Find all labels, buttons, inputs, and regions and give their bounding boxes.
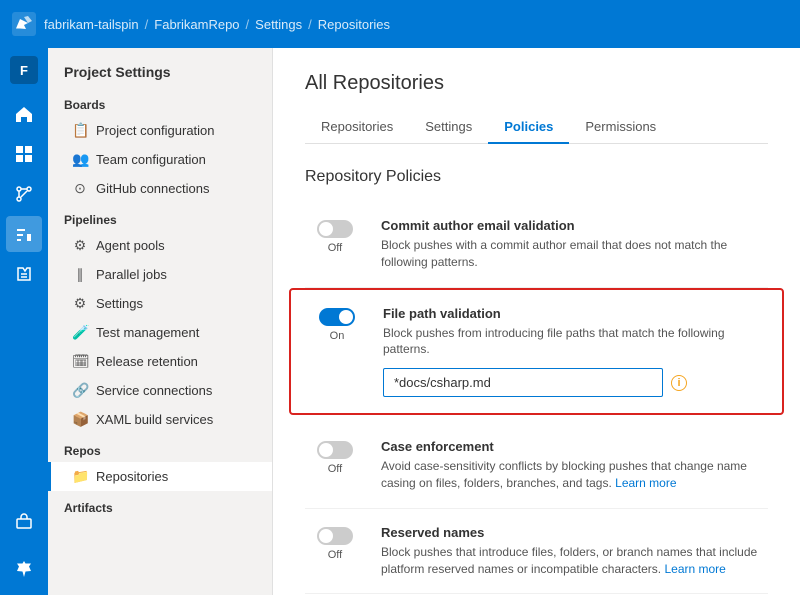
sidebar-item-xaml[interactable]: 📦 XAML build services — [48, 405, 272, 434]
tab-policies[interactable]: Policies — [488, 111, 569, 144]
sidebar-item-agent-pools[interactable]: ⚙ Agent pools — [48, 231, 272, 260]
sidebar-section-boards: Boards — [48, 88, 272, 116]
policy-desc-commit-author: Block pushes with a commit author email … — [381, 237, 768, 271]
repositories-icon: 📁 — [72, 468, 88, 485]
policy-title-reserved-names: Reserved names — [381, 525, 768, 540]
sidebar-item-repositories[interactable]: 📁 Repositories — [48, 462, 272, 491]
policy-row-reserved-names: Off Reserved names Block pushes that int… — [305, 509, 768, 595]
file-path-input[interactable] — [383, 368, 663, 397]
nav-testplans[interactable] — [6, 256, 42, 292]
nav-boards[interactable] — [6, 136, 42, 172]
icon-rail: F — [0, 48, 48, 595]
tab-settings[interactable]: Settings — [409, 111, 488, 144]
info-icon[interactable]: i — [671, 375, 687, 391]
test-mgmt-icon: 🧪 — [72, 324, 88, 341]
sidebar-title: Project Settings — [48, 48, 272, 88]
sidebar-section-repos: Repos — [48, 434, 272, 462]
section-title: Repository Policies — [305, 168, 768, 186]
toggle-label-file-path: On — [330, 330, 345, 342]
service-connections-icon: 🔗 — [72, 382, 88, 399]
agent-pools-icon: ⚙ — [72, 237, 88, 254]
sidebar-item-github[interactable]: ⊙ GitHub connections — [48, 174, 272, 203]
nav-pipelines[interactable] — [6, 216, 42, 252]
xaml-icon: 📦 — [72, 411, 88, 428]
user-avatar[interactable]: F — [10, 56, 38, 84]
sidebar-section-pipelines: Pipelines — [48, 203, 272, 231]
settings-icon: ⚙ — [72, 295, 88, 312]
tabs-bar: Repositories Settings Policies Permissio… — [305, 111, 768, 144]
nav-home[interactable] — [6, 96, 42, 132]
tab-permissions[interactable]: Permissions — [569, 111, 672, 144]
policy-title-commit-author: Commit author email validation — [381, 218, 768, 233]
learn-more-reserved[interactable]: Learn more — [664, 562, 725, 576]
toggle-label-reserved-names: Off — [328, 549, 342, 561]
sidebar-section-artifacts: Artifacts — [48, 491, 272, 519]
policy-row-file-path: On File path validation Block pushes fro… — [289, 288, 784, 416]
breadcrumb: fabrikam-tailspin / FabrikamRepo / Setti… — [44, 17, 390, 32]
policy-desc-file-path: Block pushes from introducing file paths… — [383, 325, 766, 359]
toggle-reserved-names[interactable] — [317, 527, 353, 545]
content-area: All Repositories Repositories Settings P… — [273, 48, 800, 595]
toggle-case-enforcement[interactable] — [317, 441, 353, 459]
page-title: All Repositories — [305, 72, 768, 95]
nav-settings[interactable] — [6, 551, 42, 587]
main-layout: F Project Settings Boards 📋 Projec — [0, 48, 800, 595]
learn-more-case[interactable]: Learn more — [615, 476, 676, 490]
sidebar-item-release-retention[interactable]: 🗓 Release retention — [48, 347, 272, 376]
tab-repositories[interactable]: Repositories — [305, 111, 409, 144]
sidebar-item-settings[interactable]: ⚙ Settings — [48, 289, 272, 318]
github-icon: ⊙ — [72, 180, 88, 197]
parallel-jobs-icon: ∥ — [72, 266, 88, 283]
sidebar-item-parallel-jobs[interactable]: ∥ Parallel jobs — [48, 260, 272, 289]
azure-devops-logo — [12, 12, 36, 36]
nav-artifacts[interactable] — [6, 503, 42, 539]
sidebar-item-service-connections[interactable]: 🔗 Service connections — [48, 376, 272, 405]
team-config-icon: 👥 — [72, 151, 88, 168]
sidebar: Project Settings Boards 📋 Project config… — [48, 48, 273, 595]
topbar: fabrikam-tailspin / FabrikamRepo / Setti… — [0, 0, 800, 48]
sidebar-item-team-config[interactable]: 👥 Team configuration — [48, 145, 272, 174]
policy-desc-case-enforcement: Avoid case-sensitivity conflicts by bloc… — [381, 458, 768, 492]
project-config-icon: 📋 — [72, 122, 88, 139]
policy-desc-reserved-names: Block pushes that introduce files, folde… — [381, 544, 768, 578]
toggle-label-case-enforcement: Off — [328, 463, 342, 475]
sidebar-item-project-config[interactable]: 📋 Project configuration — [48, 116, 272, 145]
release-retention-icon: 🗓 — [72, 353, 88, 370]
policy-row-commit-author: Off Commit author email validation Block… — [305, 202, 768, 288]
toggle-commit-author[interactable] — [317, 220, 353, 238]
sidebar-item-test-mgmt[interactable]: 🧪 Test management — [48, 318, 272, 347]
toggle-label-commit-author: Off — [328, 242, 342, 254]
policy-title-file-path: File path validation — [383, 306, 766, 321]
policy-title-case-enforcement: Case enforcement — [381, 439, 768, 454]
nav-repos[interactable] — [6, 176, 42, 212]
policy-row-case-enforcement: Off Case enforcement Avoid case-sensitiv… — [305, 423, 768, 509]
toggle-file-path[interactable] — [319, 308, 355, 326]
